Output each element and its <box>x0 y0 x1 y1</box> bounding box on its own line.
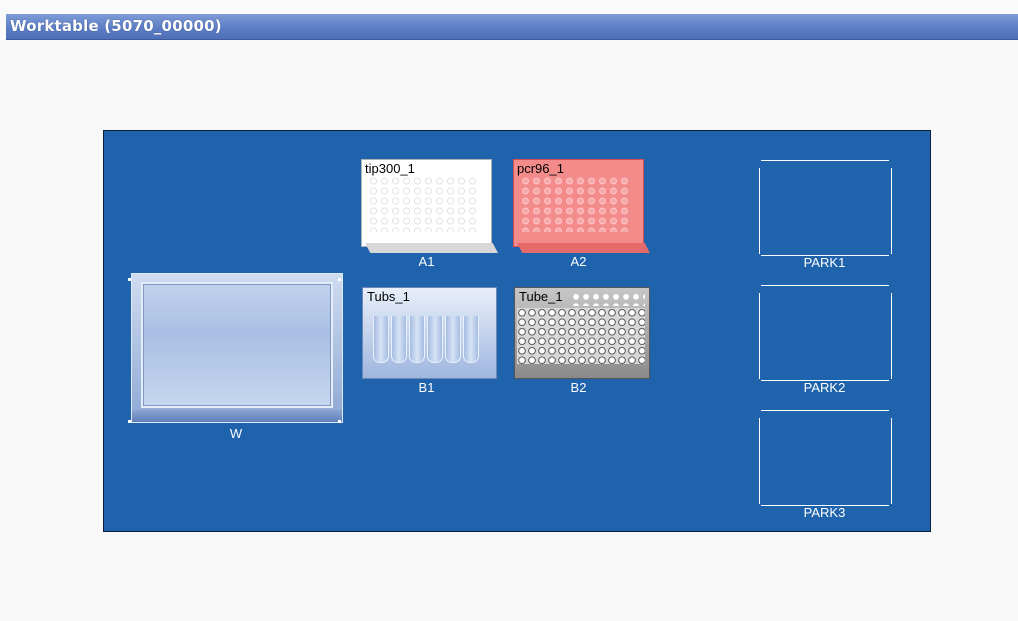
position-marker <box>128 278 131 281</box>
park-outline <box>759 168 760 254</box>
park-outline <box>891 168 892 254</box>
tub <box>445 316 461 363</box>
title-strip: Worktable (5070_00000) <box>6 14 1018 40</box>
labware-name: Tube_1 <box>519 289 563 304</box>
window-title: Worktable (5070_00000) <box>10 17 222 35</box>
plate-base <box>517 243 650 253</box>
plate-base <box>365 243 498 253</box>
position-label-a1: A1 <box>418 254 435 269</box>
well-grid <box>520 176 631 232</box>
park-position-2[interactable] <box>757 285 893 381</box>
labware-tube-rack[interactable]: Tube_1 <box>514 287 650 379</box>
labware-name: pcr96_1 <box>517 161 564 176</box>
park-outline <box>761 285 889 286</box>
tub <box>409 316 425 363</box>
position-label-park1: PARK1 <box>803 255 846 270</box>
tub <box>391 316 407 363</box>
trough-w[interactable] <box>131 273 343 423</box>
park-outline <box>759 418 760 504</box>
position-marker <box>128 420 131 423</box>
park-outline <box>759 293 760 379</box>
position-marker <box>338 278 341 281</box>
labware-tip300[interactable]: tip300_1 <box>361 159 498 253</box>
tub <box>427 316 443 363</box>
labware-tubs[interactable]: Tubs_1 <box>362 287 497 379</box>
position-label-park2: PARK2 <box>803 380 846 395</box>
labware-pcr96[interactable]: pcr96_1 <box>513 159 650 253</box>
tub <box>463 316 479 363</box>
park-position-3[interactable] <box>757 410 893 506</box>
trough-base <box>132 410 342 422</box>
trough-reservoir <box>141 282 333 408</box>
position-marker <box>338 420 341 423</box>
window-titlebar: Worktable (5070_00000) <box>0 0 1018 40</box>
labware-name: Tubs_1 <box>367 289 410 304</box>
position-label-b1: B1 <box>418 380 435 395</box>
position-label-b2: B2 <box>570 380 587 395</box>
tip-grid <box>368 176 479 232</box>
park-position-1[interactable] <box>757 160 893 256</box>
park-outline <box>891 293 892 379</box>
park-outline <box>761 160 889 161</box>
park-outline <box>761 410 889 411</box>
tub <box>373 316 389 363</box>
labware-name: tip300_1 <box>365 161 415 176</box>
park-outline <box>891 418 892 504</box>
position-label-w: W <box>229 426 243 441</box>
tube-holes-top <box>571 292 645 306</box>
tube-holes <box>517 308 645 364</box>
position-label-a2: A2 <box>570 254 587 269</box>
position-label-park3: PARK3 <box>803 505 846 520</box>
